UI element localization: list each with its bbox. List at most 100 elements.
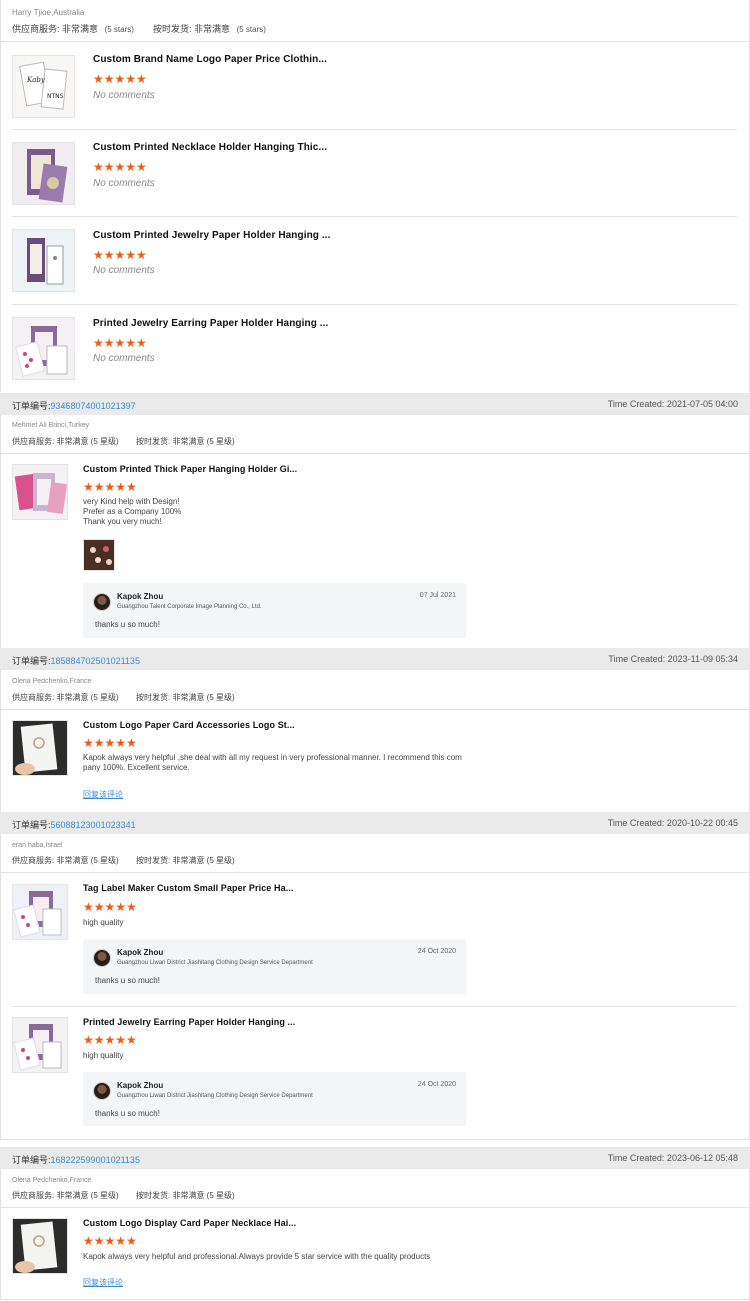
order-header: 订单编号:93468074001021397 Time Created: 202… xyxy=(0,393,750,415)
service-rating: 供应商服务: 非常满意 (5 星级) xyxy=(12,1191,119,1200)
review-photo[interactable] xyxy=(83,539,115,571)
buyer-name: eran haba,Israel xyxy=(12,842,63,849)
reply-text: thanks u so much! xyxy=(95,976,160,985)
rating-stars: ★★★★★ xyxy=(93,160,147,174)
order-number: 订单编号:93468074001021397 xyxy=(12,399,136,412)
order-number-label: 订单编号: xyxy=(12,401,51,411)
no-comments-text: No comments xyxy=(93,178,155,189)
review-comment: high quality xyxy=(83,918,124,927)
product-title[interactable]: Printed Jewelry Earring Paper Holder Han… xyxy=(93,318,328,329)
reply-date: 24 Oct 2020 xyxy=(417,1081,456,1088)
reply-text: thanks u so much! xyxy=(95,1109,160,1118)
seller-avatar xyxy=(93,1082,111,1100)
seller-name: Kapok Zhou xyxy=(117,1081,164,1090)
buyer-name: Mehmet Ali Brinci,Turkey xyxy=(12,422,90,429)
seller-company: Guangzhou Talent Corporate Image Plannin… xyxy=(117,604,262,610)
order-number-link[interactable]: 56088123001023341 xyxy=(51,820,136,830)
rating-stars: ★★★★★ xyxy=(83,900,137,914)
order-time: Time Created: 2021-07-05 04:00 xyxy=(607,399,738,409)
shipping-rating: 按时发货: 非常满意 (5 星级) xyxy=(136,693,235,702)
shipping-rating: 按时发货: 非常满意 (5 stars) xyxy=(153,22,266,35)
rating-stars: ★★★★★ xyxy=(83,1234,137,1248)
order-header: 订单编号:56088123001023341 Time Created: 202… xyxy=(0,812,750,834)
product-title[interactable]: Custom Logo Paper Card Accessories Logo … xyxy=(83,720,295,730)
reply-to-review-link[interactable]: 回复该评论 xyxy=(83,1277,123,1288)
service-value: 非常满意 xyxy=(62,24,99,34)
service-label: 供应商服务: xyxy=(12,24,60,34)
product-thumbnail[interactable] xyxy=(12,720,68,776)
product-thumbnail[interactable]: Kaby NTNS xyxy=(12,55,75,118)
comment-line: pany 100%. Excellent service. xyxy=(83,763,190,772)
product-title[interactable]: Tag Label Maker Custom Small Paper Price… xyxy=(83,883,294,893)
service-rating: 供应商服务: 非常满意 (5 stars) xyxy=(12,22,134,35)
rating-stars: ★★★★★ xyxy=(93,248,147,262)
product-thumbnail[interactable] xyxy=(12,229,75,292)
service-rating: 供应商服务: 非常满意 (5 星级) xyxy=(12,856,119,865)
product-title[interactable]: Custom Printed Thick Paper Hanging Holde… xyxy=(83,464,297,474)
order-number-label: 订单编号: xyxy=(12,1155,51,1165)
order-number-label: 订单编号: xyxy=(12,820,51,830)
review-comment: Kapok always very helpful and profession… xyxy=(83,1252,431,1261)
svg-text:Kaby: Kaby xyxy=(26,76,46,84)
product-title[interactable]: Custom Logo Display Card Paper Necklace … xyxy=(83,1218,296,1228)
reply-text: thanks u so much! xyxy=(95,620,160,629)
order-number-link[interactable]: 168222599001021135 xyxy=(51,1155,140,1165)
product-title[interactable]: Custom Printed Jewelry Paper Holder Hang… xyxy=(93,230,331,241)
order-number: 订单编号:185884702501021135 xyxy=(12,654,140,667)
seller-name: Kapok Zhou xyxy=(117,948,164,957)
buyer-name: Olena Pedchenko,France xyxy=(12,1177,92,1184)
order-time: Time Created: 2023-11-09 05:34 xyxy=(608,654,738,664)
rating-stars: ★★★★★ xyxy=(93,72,147,86)
shipping-value: 非常满意 xyxy=(194,24,231,34)
order-number-label: 订单编号: xyxy=(12,656,51,666)
product-title[interactable]: Printed Jewelry Earring Paper Holder Han… xyxy=(83,1017,295,1027)
seller-company: Guangzhou Liwan District Jiashitang Clot… xyxy=(117,960,313,966)
seller-avatar xyxy=(93,949,111,967)
rating-stars: ★★★★★ xyxy=(83,736,137,750)
service-rating: 供应商服务: 非常满意 (5 星级) xyxy=(12,437,119,446)
order-number-link[interactable]: 185884702501021135 xyxy=(51,656,140,666)
rating-stars: ★★★★★ xyxy=(93,336,147,350)
shipping-rating: 按时发货: 非常满意 (5 星级) xyxy=(136,437,235,446)
reply-to-review-link[interactable]: 回复该评论 xyxy=(83,789,123,800)
product-thumbnail[interactable] xyxy=(12,317,75,380)
service-stars: (5 stars) xyxy=(104,25,134,34)
reply-date: 07 Jul 2021 xyxy=(419,592,456,599)
seller-company: Guangzhou Liwan District Jiashitang Clot… xyxy=(117,1093,313,1099)
service-rating: 供应商服务: 非常满意 (5 星级) xyxy=(12,693,119,702)
buyer-name: Olena Pedchenko,France xyxy=(12,678,92,685)
order-number: 订单编号:56088123001023341 xyxy=(12,818,136,831)
shipping-label: 按时发货: xyxy=(153,24,192,34)
product-thumbnail[interactable] xyxy=(12,464,68,520)
no-comments-text: No comments xyxy=(93,90,155,101)
seller-reply: Kapok Zhou Guangzhou Talent Corporate Im… xyxy=(83,583,466,638)
product-title[interactable]: Custom Printed Necklace Holder Hanging T… xyxy=(93,142,327,153)
product-thumbnail[interactable] xyxy=(12,1017,68,1073)
comment-line: very Kind help with Design! xyxy=(83,497,180,506)
order-number-link[interactable]: 93468074001021397 xyxy=(51,401,136,411)
order-time: Time Created: 2020-10-22 00:45 xyxy=(607,818,738,828)
buyer-name: Harry Tjioe,Australia xyxy=(12,8,85,17)
product-thumbnail[interactable] xyxy=(12,1218,68,1274)
no-comments-text: No comments xyxy=(93,353,155,364)
svg-text:NTNS: NTNS xyxy=(47,93,64,100)
seller-avatar xyxy=(93,593,111,611)
comment-line: Thank you very much! xyxy=(83,517,162,526)
product-thumbnail[interactable] xyxy=(12,142,75,205)
comment-line: Prefer as a Company 100% xyxy=(83,507,182,516)
order-number: 订单编号:168222599001021135 xyxy=(12,1153,140,1166)
seller-reply: Kapok Zhou Guangzhou Liwan District Jias… xyxy=(83,939,466,994)
comment-line: Kapok always very helpful ,she deal with… xyxy=(83,753,462,762)
rating-stars: ★★★★★ xyxy=(83,480,137,494)
product-thumbnail[interactable] xyxy=(12,884,68,940)
shipping-stars: (5 stars) xyxy=(236,25,266,34)
reply-date: 24 Oct 2020 xyxy=(417,948,456,955)
rating-stars: ★★★★★ xyxy=(83,1033,137,1047)
order-header: 订单编号:185884702501021135 Time Created: 20… xyxy=(0,648,750,670)
review-comment: high quality xyxy=(83,1051,124,1060)
shipping-rating: 按时发货: 非常满意 (5 星级) xyxy=(136,856,235,865)
product-title[interactable]: Custom Brand Name Logo Paper Price Cloth… xyxy=(93,54,327,65)
shipping-rating: 按时发货: 非常满意 (5 星级) xyxy=(136,1191,235,1200)
no-comments-text: No comments xyxy=(93,265,155,276)
order-header: 订单编号:168222599001021135 Time Created: 20… xyxy=(0,1147,750,1169)
